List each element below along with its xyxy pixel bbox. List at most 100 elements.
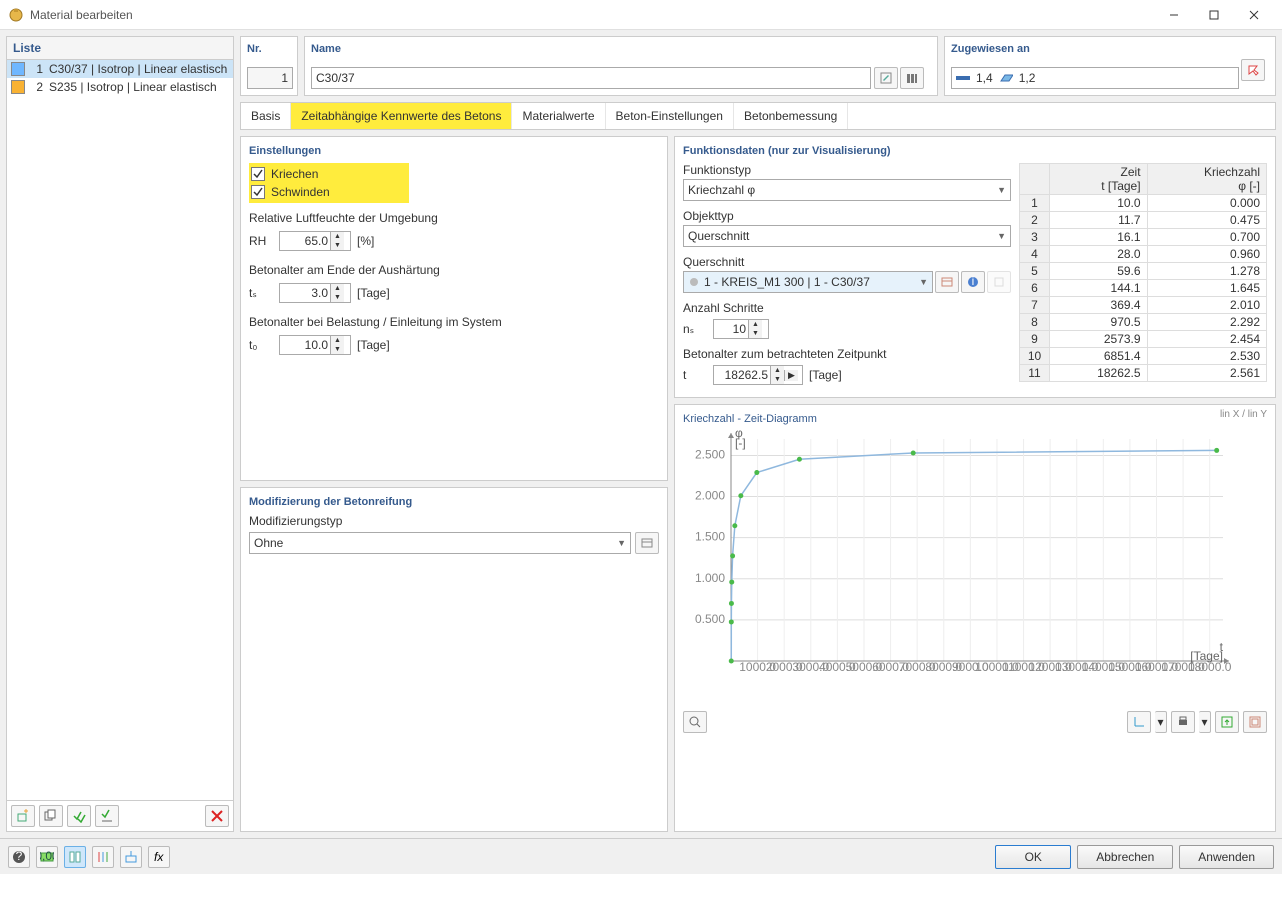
close-button[interactable] xyxy=(1234,0,1274,30)
rh-label: Relative Luftfeuchte der Umgebung xyxy=(249,211,659,225)
qs-info-button[interactable]: i xyxy=(961,271,985,293)
tab-1[interactable]: Zeitabhängige Kennwerte des Betons xyxy=(291,103,512,129)
qs-library-button[interactable] xyxy=(935,271,959,293)
minimize-button[interactable] xyxy=(1154,0,1194,30)
bottom-bar: ? 0,00 fx OK Abbrechen Anwenden xyxy=(0,838,1282,874)
qs-label: Querschnitt xyxy=(683,255,1011,269)
tab-2[interactable]: Materialwerte xyxy=(512,103,605,129)
mod-header: Modifizierung der Betonreifung xyxy=(249,496,659,508)
tab-bar: BasisZeitabhängige Kennwerte des BetonsM… xyxy=(240,102,1276,130)
nr-label: Nr. xyxy=(247,43,291,55)
chart-print-menu[interactable]: ▾ xyxy=(1199,711,1211,733)
name-input[interactable] xyxy=(311,67,871,89)
qs-select[interactable]: 1 - KREIS_M1 300 | 1 - C30/37▼ xyxy=(683,271,933,293)
t-label: Betonalter zum betrachteten Zeitpunkt xyxy=(683,347,1011,361)
name-label: Name xyxy=(311,43,931,55)
otype-select[interactable]: Querschnitt▼ xyxy=(683,225,1011,247)
qs-pick-button xyxy=(987,271,1011,293)
view2-button[interactable] xyxy=(92,846,114,868)
library-button[interactable] xyxy=(900,67,924,89)
delete-item-button[interactable] xyxy=(205,805,229,827)
bar-icon xyxy=(956,73,970,83)
list-header: Liste xyxy=(7,37,233,60)
chart-axis-menu[interactable]: ▾ xyxy=(1155,711,1167,733)
table-row: 428.00.960 xyxy=(1020,246,1267,263)
chart-svg: 0.5001.0001.5002.0002.5001000.02000.0300… xyxy=(683,427,1243,707)
maximize-button[interactable] xyxy=(1194,0,1234,30)
t-input[interactable]: ▲▼▶ xyxy=(713,365,803,385)
list-item[interactable]: 1C30/37 | Isotrop | Linear elastisch xyxy=(7,60,233,78)
cancel-button[interactable]: Abbrechen xyxy=(1077,845,1173,869)
steps-label: Anzahl Schritte xyxy=(683,301,1011,315)
table-row: 106851.42.530 xyxy=(1020,348,1267,365)
color-swatch xyxy=(11,62,25,76)
help-button[interactable]: ? xyxy=(8,846,30,868)
table-row: 92573.92.454 xyxy=(1020,331,1267,348)
table-row: 6144.11.645 xyxy=(1020,280,1267,297)
check-button-1[interactable] xyxy=(67,805,91,827)
assigned-input[interactable]: 1,4 1,2 xyxy=(951,67,1239,89)
chart-title: Kriechzahl - Zeit-Diagramm xyxy=(683,413,1267,425)
table-row: 559.61.278 xyxy=(1020,263,1267,280)
steps-input[interactable]: ▲▼ xyxy=(713,319,769,339)
t0-input[interactable]: ▲▼ xyxy=(279,335,351,355)
tab-4[interactable]: Betonbemessung xyxy=(734,103,848,129)
tab-3[interactable]: Beton-Einstellungen xyxy=(606,103,734,129)
data-table: Zeitt [Tage]Kriechzahlφ [-] 110.00.00021… xyxy=(1019,163,1267,382)
ftype-select[interactable]: Kriechzahl φ▼ xyxy=(683,179,1011,201)
table-row: 316.10.700 xyxy=(1020,229,1267,246)
mod-type-select[interactable]: Ohne▼ xyxy=(249,532,631,554)
list-item[interactable]: 2S235 | Isotrop | Linear elastisch xyxy=(7,78,233,96)
view3-button[interactable] xyxy=(120,846,142,868)
color-swatch xyxy=(11,80,25,94)
copy-item-button[interactable] xyxy=(39,805,63,827)
svg-text:fx: fx xyxy=(154,850,164,864)
t0-label: Betonalter bei Belastung / Einleitung im… xyxy=(249,315,659,329)
settings-header: Einstellungen xyxy=(249,145,659,157)
chart-print-button[interactable] xyxy=(1171,711,1195,733)
svg-text:[Tage]: [Tage] xyxy=(1190,649,1223,663)
chart-export-button[interactable] xyxy=(1215,711,1239,733)
func-header: Funktionsdaten (nur zur Visualisierung) xyxy=(683,145,1267,157)
svg-text:i: i xyxy=(972,276,975,288)
surface-icon xyxy=(999,73,1013,83)
new-item-button[interactable] xyxy=(11,805,35,827)
nr-input[interactable] xyxy=(247,67,293,89)
mod-type-label: Modifizierungstyp xyxy=(249,514,659,528)
title-bar: Material bearbeiten xyxy=(0,0,1282,30)
kriechen-checkbox[interactable]: Kriechen xyxy=(251,165,407,183)
material-list-panel: Liste 1C30/37 | Isotrop | Linear elastis… xyxy=(6,36,234,832)
ftype-label: Funktionstyp xyxy=(683,163,1011,177)
chart-zoom-button[interactable] xyxy=(683,711,707,733)
ts-input[interactable]: ▲▼ xyxy=(279,283,351,303)
svg-text:0.500: 0.500 xyxy=(695,612,725,626)
ok-button[interactable]: OK xyxy=(995,845,1071,869)
otype-label: Objekttyp xyxy=(683,209,1011,223)
table-row: 7369.42.010 xyxy=(1020,297,1267,314)
svg-text:1.500: 1.500 xyxy=(695,530,725,544)
units-button[interactable]: 0,00 xyxy=(36,846,58,868)
check-button-2[interactable] xyxy=(95,805,119,827)
pick-assigned-button[interactable] xyxy=(1241,59,1265,81)
chart-maximize-button[interactable] xyxy=(1243,711,1267,733)
svg-text:0,00: 0,00 xyxy=(40,850,54,863)
table-row: 110.00.000 xyxy=(1020,195,1267,212)
table-row: 211.70.475 xyxy=(1020,212,1267,229)
schwinden-checkbox[interactable]: Schwinden xyxy=(251,183,407,201)
window-title: Material bearbeiten xyxy=(30,8,1154,22)
svg-text:1.000: 1.000 xyxy=(695,571,725,585)
apply-button[interactable]: Anwenden xyxy=(1179,845,1274,869)
ts-label: Betonalter am Ende der Aushärtung xyxy=(249,263,659,277)
edit-name-button[interactable] xyxy=(874,67,898,89)
tab-0[interactable]: Basis xyxy=(241,103,291,129)
mod-settings-button[interactable] xyxy=(635,532,659,554)
svg-text:2.500: 2.500 xyxy=(695,447,725,461)
chart-axis-button[interactable] xyxy=(1127,711,1151,733)
svg-text:[-]: [-] xyxy=(735,436,746,450)
assigned-label: Zugewiesen an xyxy=(951,43,1269,55)
view1-button[interactable] xyxy=(64,846,86,868)
rh-input[interactable]: ▲▼ xyxy=(279,231,351,251)
app-icon xyxy=(8,7,24,23)
fx-button[interactable]: fx xyxy=(148,846,170,868)
svg-text:?: ? xyxy=(16,850,23,863)
